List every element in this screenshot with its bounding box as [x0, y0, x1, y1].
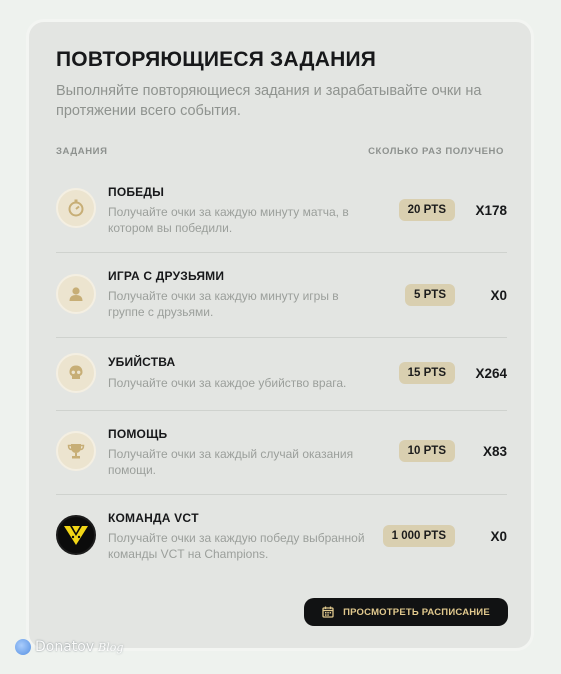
times-received-count: X264: [475, 366, 507, 381]
points-badge: 20 PTS: [398, 199, 455, 221]
times-received-count: X83: [482, 444, 507, 459]
times-received-count: X0: [490, 529, 507, 544]
watermark: Donatov Blog: [15, 639, 123, 655]
points-badge: 1 000 PTS: [382, 525, 455, 547]
points-badge: 5 PTS: [405, 284, 455, 306]
quest-description: Получайте очки за каждый случай оказания…: [108, 447, 354, 477]
view-schedule-button[interactable]: ПРОСМОТРЕТЬ РАСПИСАНИЕ: [304, 598, 508, 626]
stopwatch-icon: [56, 188, 96, 228]
points-badge: 15 PTS: [398, 362, 455, 384]
calendar-icon: [322, 606, 334, 618]
recurring-quests-card: ПОВТОРЯЮЩИЕСЯ ЗАДАНИЯ Выполняйте повторя…: [26, 19, 534, 651]
times-received-count: X178: [475, 203, 507, 218]
quest-description: Получайте очки за каждую минуту игры в г…: [108, 289, 339, 319]
watermark-brand: Donatov: [35, 639, 95, 655]
quest-description: Получайте очки за каждую победу выбранно…: [108, 531, 365, 561]
quest-title: ПОБЕДЫ: [108, 185, 165, 199]
quest-row-friends: ИГРА С ДРУЗЬЯМИ Получайте очки за каждую…: [56, 252, 507, 338]
view-schedule-label: ПРОСМОТРЕТЬ РАСПИСАНИЕ: [343, 606, 490, 618]
quest-row-vct-team: КОМАНДА VCT Получайте очки за каждую поб…: [56, 494, 507, 578]
quest-row-kills: УБИЙСТВА Получайте очки за каждое убийст…: [56, 337, 507, 411]
quest-title: ПОМОЩЬ: [108, 427, 168, 441]
quest-description: Получайте очки за каждое убийство врага.: [108, 376, 347, 390]
skull-icon: [56, 353, 96, 393]
page-subtitle: Выполняйте повторяющиеся задания и зараб…: [56, 83, 482, 119]
times-received-count: X0: [490, 288, 507, 303]
quest-title: ИГРА С ДРУЗЬЯМИ: [108, 269, 225, 283]
team-logo-icon: [56, 515, 96, 555]
person-icon: [56, 274, 96, 314]
quest-title: КОМАНДА VCT: [108, 511, 199, 525]
watermark-logo-icon: [15, 639, 31, 655]
column-header-quests: ЗАДАНИЯ: [56, 146, 108, 157]
quest-row-wins: ПОБЕДЫ Получайте очки за каждую минуту м…: [56, 168, 507, 253]
quest-description: Получайте очки за каждую минуту матча, в…: [108, 205, 349, 235]
quest-row-assists: ПОМОЩЬ Получайте очки за каждый случай о…: [56, 410, 507, 495]
points-badge: 10 PTS: [398, 440, 455, 462]
page-title: ПОВТОРЯЮЩИЕСЯ ЗАДАНИЯ: [56, 48, 377, 71]
column-header-times-received: СКОЛЬКО РАЗ ПОЛУЧЕНО: [368, 146, 504, 157]
trophy-icon: [56, 431, 96, 471]
watermark-script: Blog: [98, 640, 124, 654]
quest-title: УБИЙСТВА: [108, 355, 176, 369]
